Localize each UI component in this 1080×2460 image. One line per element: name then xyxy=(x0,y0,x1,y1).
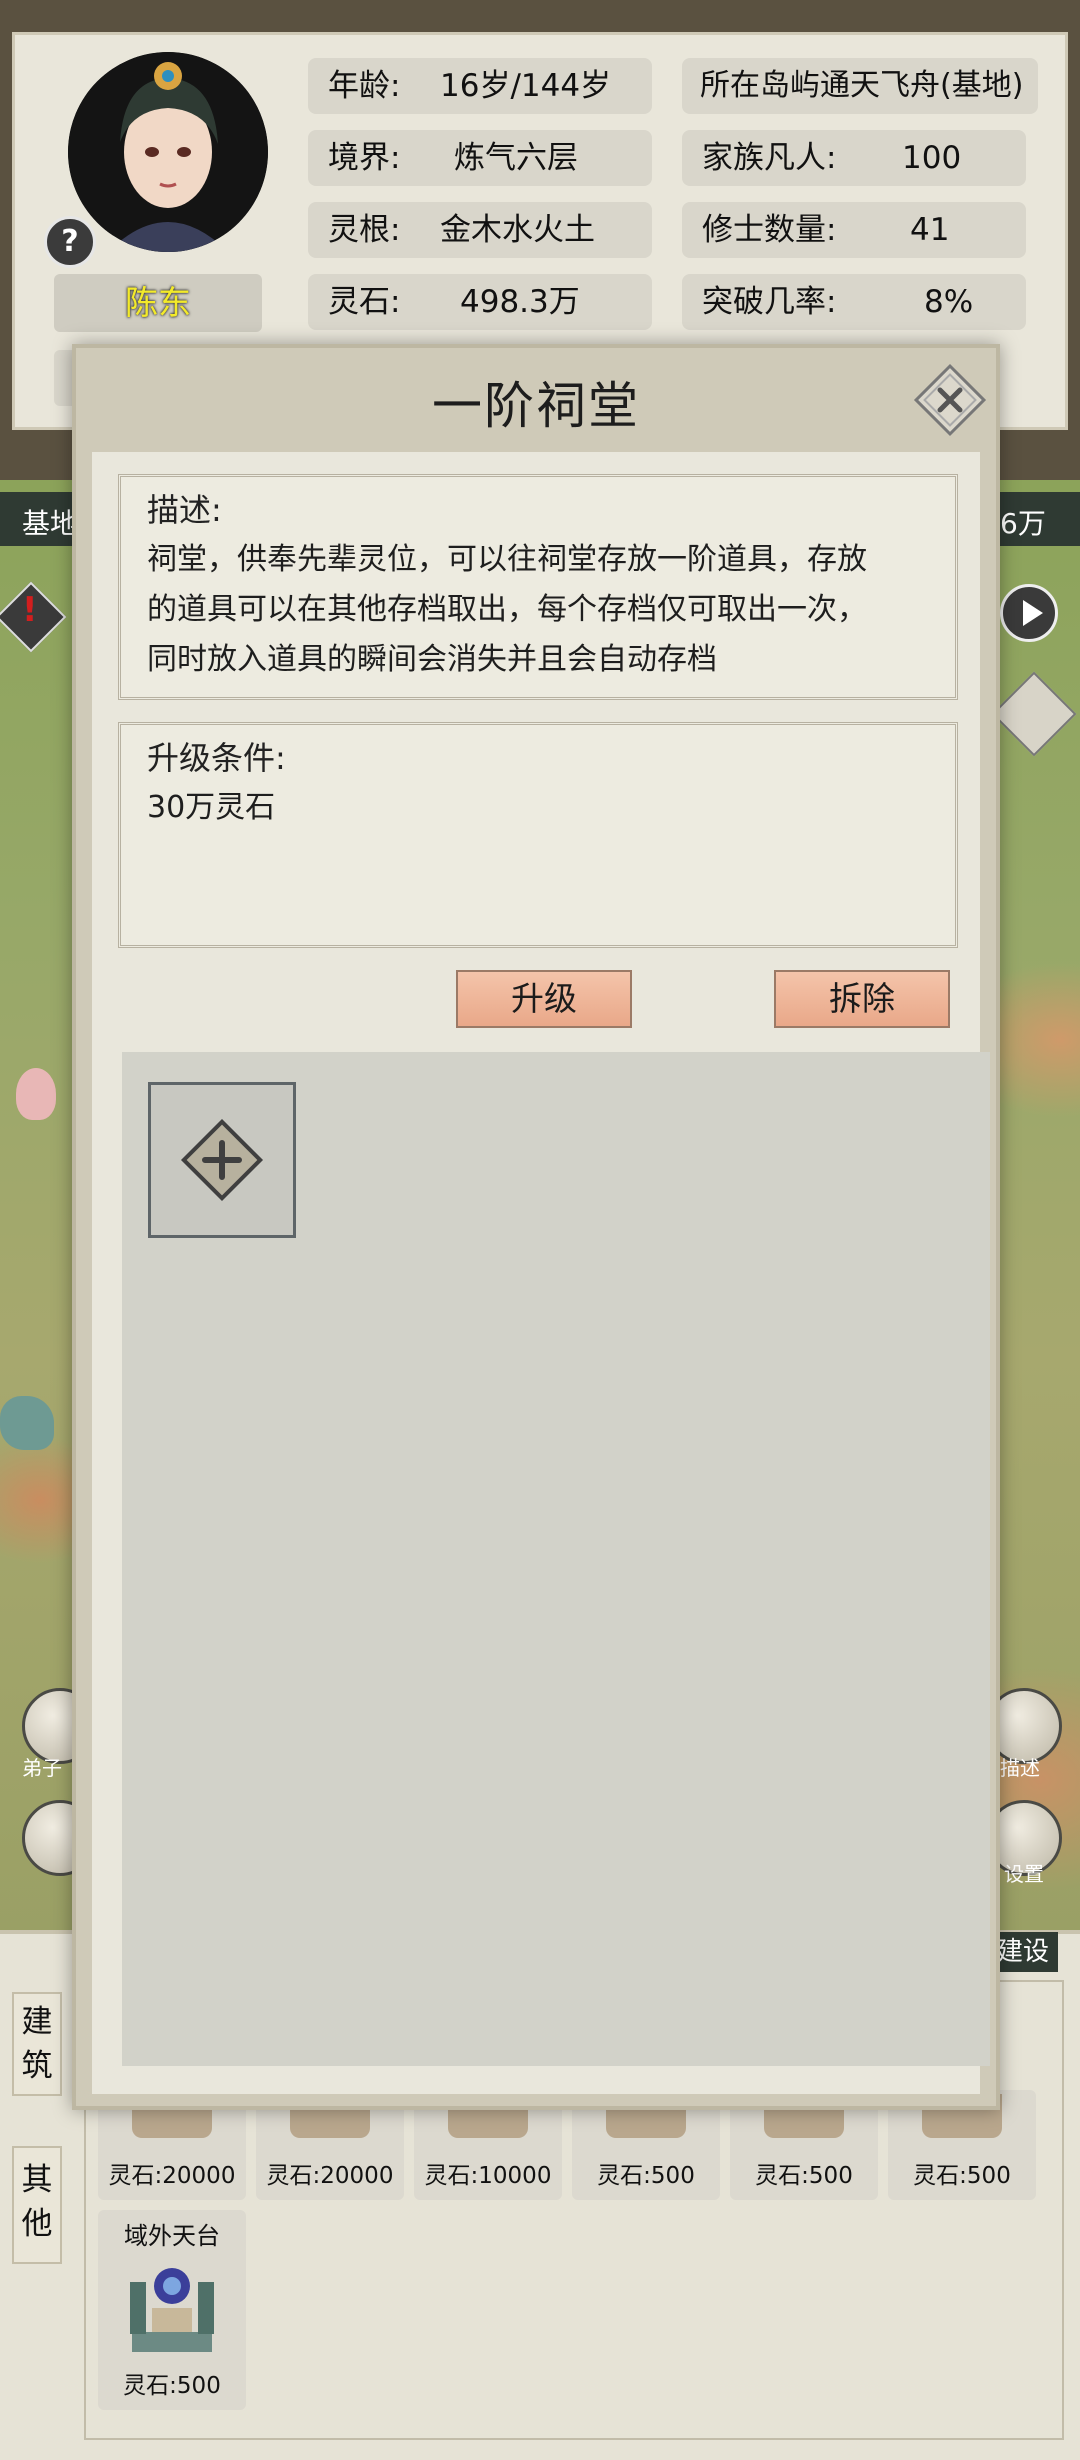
realm-label: 境界: xyxy=(328,140,401,176)
dialog-title: 一阶祠堂 xyxy=(432,377,640,435)
help-icon[interactable]: ? xyxy=(44,216,96,268)
building-cost: 灵石:10000 xyxy=(424,2163,552,2189)
close-icon xyxy=(913,363,987,437)
play-icon[interactable] xyxy=(1000,584,1058,642)
spirit-stone-value: 498.3万 xyxy=(460,284,580,320)
breakthrough-stat: 突破几率: 8% xyxy=(682,274,1026,330)
realm-stat: 境界: 炼气六层 xyxy=(308,130,652,186)
map-header-left-label: 基地 xyxy=(22,507,79,540)
character-avatar[interactable] xyxy=(68,52,268,252)
requirement-value: 30万灵石 xyxy=(147,790,276,825)
building-cost: 灵石:20000 xyxy=(108,2163,236,2189)
spirit-root-label: 灵根: xyxy=(328,212,401,248)
map-header-right-label: 6万 xyxy=(1000,507,1046,540)
demolish-button[interactable]: 拆除 xyxy=(774,970,950,1028)
close-button[interactable] xyxy=(912,362,988,438)
age-value: 16岁/144岁 xyxy=(440,68,612,104)
cultivators-value: 41 xyxy=(910,212,950,248)
building-cost: 灵石:500 xyxy=(913,2163,1011,2189)
description-text: 祠堂，供奉先辈灵位，可以往祠堂存放一阶道具，存放 的道具可以在其他存档取出，每个… xyxy=(147,535,933,685)
description-button-label: 描述 xyxy=(1000,1756,1040,1780)
mortals-stat: 家族凡人: 100 xyxy=(682,130,1026,186)
upgrade-requirement-frame: 升级条件: 30万灵石 xyxy=(118,722,958,948)
npc-avatar-icon[interactable] xyxy=(16,1068,56,1120)
building-cost: 灵石:500 xyxy=(123,2373,221,2399)
description-label: 描述: xyxy=(147,491,222,529)
spirit-stone-stat: 灵石: 498.3万 xyxy=(308,274,652,330)
tab-other[interactable]: 其他 xyxy=(12,2146,62,2264)
settings-button-label: 设置 xyxy=(1004,1862,1044,1886)
description-frame: 描述: 祠堂，供奉先辈灵位，可以往祠堂存放一阶道具，存放 的道具可以在其他存档取… xyxy=(118,474,958,700)
description-line: 同时放入道具的瞬间会消失并且会自动存档 xyxy=(147,642,717,677)
building-cost: 灵石:500 xyxy=(597,2163,695,2189)
age-label: 年龄: xyxy=(328,68,401,104)
realm-value: 炼气六层 xyxy=(454,140,578,176)
rock-decoration-icon xyxy=(0,1396,54,1450)
breakthrough-value: 8% xyxy=(924,284,974,320)
tab-building[interactable]: 建筑 xyxy=(12,1992,62,2096)
add-icon xyxy=(180,1118,264,1202)
character-name[interactable]: 陈东 xyxy=(54,274,262,332)
dialog-content: 描述: 祠堂，供奉先辈灵位，可以往祠堂存放一阶道具，存放 的道具可以在其他存档取… xyxy=(92,452,990,2094)
item-storage-area xyxy=(122,1052,990,2066)
cultivators-stat: 修士数量: 41 xyxy=(682,202,1026,258)
age-stat: 年龄: 16岁/144岁 xyxy=(308,58,652,114)
building-cost: 灵石:500 xyxy=(755,2163,853,2189)
requirement-label: 升级条件: xyxy=(147,739,286,777)
alert-mark: ! xyxy=(22,590,38,630)
description-line: 的道具可以在其他存档取出，每个存档仅可取出一次， xyxy=(147,592,867,627)
add-item-slot[interactable] xyxy=(148,1082,296,1238)
spirit-stone-label: 灵石: xyxy=(328,284,401,320)
disciple-button-label: 弟子 xyxy=(22,1756,62,1780)
spirit-root-value: 金木水火土 xyxy=(440,212,595,248)
location-text: 所在岛屿通天飞舟(基地) xyxy=(700,68,1024,103)
upgrade-button[interactable]: 升级 xyxy=(456,970,632,1028)
building-cost: 灵石:20000 xyxy=(266,2163,394,2189)
cultivators-label: 修士数量: xyxy=(702,212,837,248)
building-name: 域外天台 xyxy=(124,2222,220,2250)
description-line: 祠堂，供奉先辈灵位，可以往祠堂存放一阶道具，存放 xyxy=(147,542,867,577)
spirit-root-stat: 灵根: 金木水火土 xyxy=(308,202,652,258)
building-detail-dialog: 一阶祠堂 描述: 祠堂，供奉先辈灵位，可以往祠堂存放一阶道具，存放 的道具可以在… xyxy=(72,344,1000,2110)
sky-platform-icon xyxy=(130,2268,214,2352)
breakthrough-label: 突破几率: xyxy=(702,284,837,320)
mortals-value: 100 xyxy=(902,140,962,176)
building-card-extra[interactable]: 域外天台 灵石:500 xyxy=(98,2210,246,2410)
location-stat[interactable]: 所在岛屿通天飞舟(基地) xyxy=(682,58,1038,114)
mortals-label: 家族凡人: xyxy=(702,140,837,176)
